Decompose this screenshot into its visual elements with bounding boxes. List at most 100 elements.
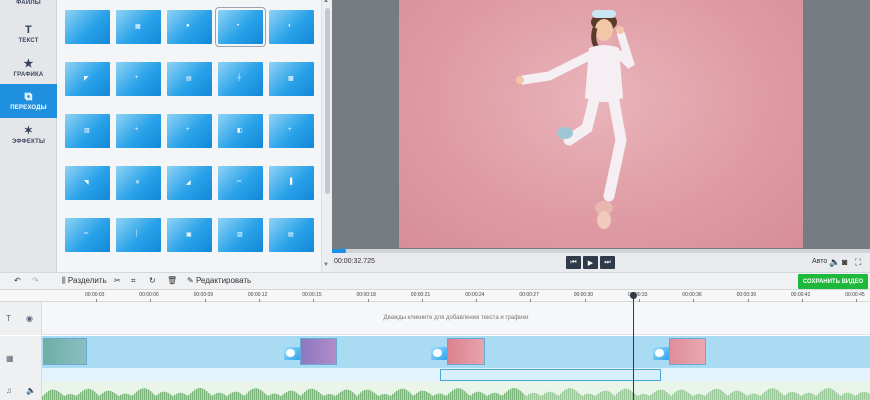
transition-thumbnail[interactable]: ═	[218, 166, 263, 200]
star-icon: ★	[23, 58, 34, 70]
transition-thumbnail[interactable]: │	[116, 218, 161, 252]
quality-select[interactable]: Авто	[812, 258, 827, 265]
transition-thumbnail[interactable]: ▥	[65, 114, 110, 148]
transition-thumbnail[interactable]: ┼	[218, 62, 263, 96]
audio-track-header: ♫ 🔈	[0, 382, 42, 400]
transition-preview-mark: ═	[84, 231, 89, 237]
audio-track[interactable]	[42, 382, 870, 400]
next-frame-button[interactable]: ⏭	[600, 256, 615, 269]
transition-thumbnail[interactable]: ●	[167, 10, 212, 44]
video-track[interactable]	[42, 336, 870, 368]
transition-thumbnail[interactable]: ▤	[167, 62, 212, 96]
transitions-scrollbar[interactable]: ▲ ▼	[321, 0, 332, 272]
magic-wand-icon: ✶	[23, 125, 34, 137]
crop-icon[interactable]: ⌗	[131, 276, 136, 286]
transition-thumbnail[interactable]: ✕	[116, 166, 161, 200]
scroll-down-icon[interactable]: ▼	[323, 262, 329, 268]
camera-icon[interactable]: ◙	[842, 257, 847, 267]
transition-thumbnail[interactable]: ▤	[269, 218, 314, 252]
transition-thumbnail[interactable]: •	[215, 7, 266, 47]
video-clip[interactable]	[300, 338, 337, 365]
preview-frame	[399, 0, 803, 248]
save-video-button[interactable]: СОХРАНИТЬ ВИДЕО	[798, 274, 868, 289]
video-editor-window: ФАЙЛЫ T ТЕКСТ ★ ГРАФИКА ⧉ ПЕРЕХОДЫ ✶ ЭФФ…	[0, 0, 870, 400]
edit-button[interactable]: ✎ Редактировать	[187, 276, 251, 285]
edit-label: Редактировать	[195, 276, 252, 285]
transition-marker[interactable]	[431, 347, 447, 360]
scroll-up-icon[interactable]: ▲	[323, 0, 329, 4]
ruler-tick-label: 00:00:24	[465, 292, 485, 298]
transition-preview-mark: ▦	[135, 24, 141, 30]
video-clip[interactable]	[447, 338, 485, 365]
transitions-grid: ▦ ● • ◐ ◤ + ▤ ┼ ▩ ▥ + + ◧ + ◥ ✕ ◢ ═ ▐ ═ │ ▣ ▥ ▤	[57, 0, 321, 272]
playhead[interactable]	[630, 292, 637, 400]
split-icon: ⫼	[62, 276, 66, 285]
text-track-header: T ◉	[0, 302, 42, 335]
transition-thumbnail[interactable]: ▥	[218, 218, 263, 252]
rotate-icon[interactable]: ↻	[149, 276, 156, 285]
transition-preview-mark: ◧	[237, 128, 243, 134]
eye-icon[interactable]: ◉	[26, 314, 33, 323]
cut-icon[interactable]: ✂	[114, 276, 121, 285]
ruler-tick-label: 00:00:36	[682, 292, 702, 298]
split-label: Разделить	[67, 276, 107, 285]
tool-sidebar: ФАЙЛЫ T ТЕКСТ ★ ГРАФИКА ⧉ ПЕРЕХОДЫ ✶ ЭФФ…	[0, 0, 57, 272]
transition-thumbnail[interactable]: ▦	[116, 10, 161, 44]
transition-preview-mark: ◤	[84, 76, 89, 82]
transition-thumbnail[interactable]: ◧	[218, 114, 263, 148]
transition-thumbnail[interactable]: ▐	[269, 166, 314, 200]
text-track[interactable]: Дважды кликните для добавления текста и …	[42, 302, 870, 335]
transition-thumbnail[interactable]: +	[269, 114, 314, 148]
transition-thumbnail[interactable]	[65, 10, 110, 44]
playhead-handle[interactable]	[630, 292, 637, 299]
sidebar-item-label: ТЕКСТ	[18, 38, 39, 44]
video-clip[interactable]	[669, 338, 706, 365]
trash-icon[interactable]: 🗑	[167, 276, 177, 285]
transition-thumbnail[interactable]: ═	[65, 218, 110, 252]
scrollbar-thumb[interactable]	[325, 8, 330, 194]
volume-icon[interactable]: 🔈	[829, 257, 840, 268]
undo-icon[interactable]: ↶	[14, 276, 21, 285]
transition-preview-mark: ●	[186, 23, 190, 29]
video-preview	[332, 0, 870, 252]
transition-thumbnail[interactable]: ◥	[65, 166, 110, 200]
transition-marker[interactable]	[653, 347, 669, 360]
volume-icon[interactable]: 🔈	[26, 386, 36, 395]
transition-thumbnail[interactable]: ◢	[167, 166, 212, 200]
transition-preview-mark: ▤	[288, 232, 294, 238]
transition-preview-mark: ┼	[237, 75, 242, 81]
redo-icon[interactable]: ↷	[32, 276, 39, 285]
play-button[interactable]: ▶	[583, 256, 598, 269]
transition-thumbnail[interactable]: ◤	[65, 62, 110, 96]
sidebar-item-graphics[interactable]: ★ ГРАФИКА	[0, 51, 57, 85]
fullscreen-icon[interactable]: ⛶	[855, 257, 861, 268]
transition-thumbnail[interactable]: +	[116, 114, 161, 148]
ruler-tick-label: 00:00:45	[845, 292, 865, 298]
overlay-clip[interactable]	[440, 369, 661, 381]
transition-thumbnail[interactable]: +	[116, 62, 161, 96]
sidebar-item-text[interactable]: T ТЕКСТ	[0, 17, 57, 51]
split-button[interactable]: ⫼ Разделить	[62, 276, 107, 286]
sidebar-item-transitions[interactable]: ⧉ ПЕРЕХОДЫ	[0, 84, 57, 118]
transition-preview-mark: +	[135, 127, 139, 133]
transition-thumbnail[interactable]: ▩	[269, 62, 314, 96]
overlay-track[interactable]	[42, 368, 870, 382]
sidebar-item-effects[interactable]: ✶ ЭФФЕКТЫ	[0, 118, 57, 152]
previous-frame-button[interactable]: ⏮	[566, 256, 581, 269]
transitions-icon: ⧉	[24, 91, 33, 103]
video-clip[interactable]	[43, 338, 87, 365]
transition-thumbnail[interactable]: ▣	[167, 218, 212, 252]
ruler-tick-label: 00:00:03	[85, 292, 105, 298]
skip-back-icon: ⏮	[570, 258, 577, 266]
transition-thumbnail[interactable]: +	[167, 114, 212, 148]
ruler-tick-label: 00:00:42	[790, 292, 811, 298]
transition-preview-mark: +	[288, 127, 292, 133]
text-icon: T	[25, 24, 32, 36]
timeline-ruler[interactable]: 00:00:03 00:00:06 00:00:09 00:00:12 00:00:15…	[0, 290, 870, 302]
transition-preview-mark: ═	[237, 179, 242, 185]
transition-thumbnail[interactable]: ◐	[269, 10, 314, 44]
skip-forward-icon: ⏭	[604, 258, 611, 266]
transition-preview-mark: ◥	[84, 180, 89, 186]
transition-marker[interactable]	[284, 347, 300, 360]
transition-preview-mark: +	[135, 75, 139, 81]
